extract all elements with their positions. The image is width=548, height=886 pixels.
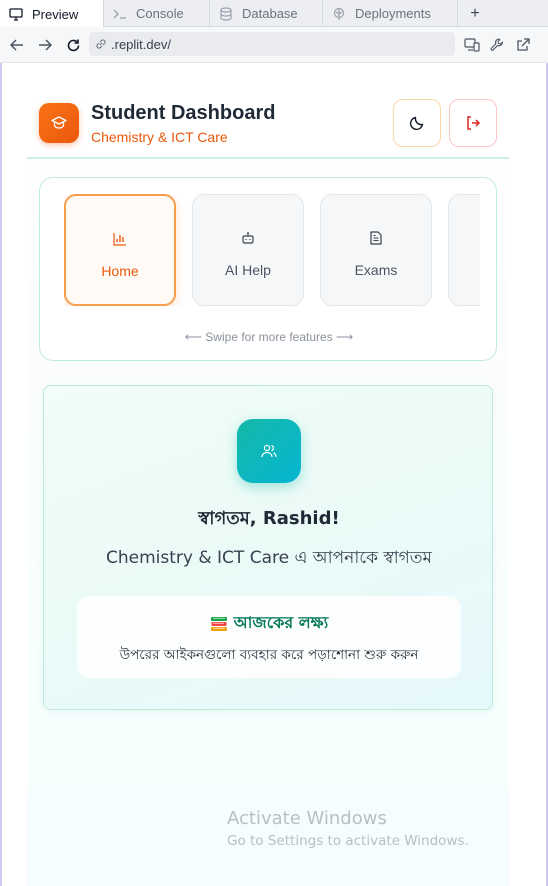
- database-icon: [218, 6, 234, 22]
- activate-windows-hint: Go to Settings to activate Windows.: [227, 833, 469, 849]
- page-subtitle: Chemistry & ICT Care: [91, 129, 228, 145]
- goal-title: আজকের লক্ষ্য: [233, 613, 329, 632]
- feature-card-home[interactable]: Home: [64, 194, 176, 306]
- address-bar: .replit.dev/: [0, 27, 548, 63]
- logout-icon: [465, 115, 481, 131]
- workspace-tab-bar: Preview Console Database Deployments +: [0, 0, 548, 28]
- open-external-icon[interactable]: [514, 36, 532, 54]
- tab-console[interactable]: Console: [104, 0, 210, 27]
- terminal-icon: [112, 6, 128, 22]
- devices-icon[interactable]: [463, 36, 481, 54]
- robot-icon: [239, 229, 257, 247]
- today-goal-box: আজকের লক্ষ্য উপরের আইকনগুলো ব্যবহার করে …: [77, 596, 461, 678]
- welcome-greeting: স্বাগতম, Rashid!: [198, 508, 340, 529]
- tab-database[interactable]: Database: [210, 0, 323, 27]
- feature-card-ai-help[interactable]: AI Help: [192, 194, 304, 306]
- forward-arrow-icon[interactable]: [36, 36, 54, 54]
- feature-carousel: Home AI Help Exams ⟵ Swipe for more feat…: [39, 177, 497, 361]
- bar-chart-icon: [111, 230, 129, 248]
- logout-button[interactable]: [449, 99, 497, 147]
- feature-card-exams[interactable]: Exams: [320, 194, 432, 306]
- tab-label: Preview: [32, 6, 79, 22]
- books-icon: [210, 615, 228, 633]
- moon-icon: [409, 115, 425, 131]
- activate-windows-title: Activate Windows: [227, 808, 387, 829]
- tab-label: Database: [242, 6, 298, 21]
- goal-heading: আজকের লক্ষ্য: [77, 610, 461, 637]
- url-text: .replit.dev/: [111, 36, 171, 52]
- document-icon: [367, 229, 385, 247]
- feature-scroll-area[interactable]: Home AI Help Exams: [64, 194, 480, 306]
- tab-preview[interactable]: Preview: [0, 0, 104, 28]
- new-tab-button[interactable]: +: [466, 0, 484, 27]
- feature-label: AI Help: [225, 262, 271, 278]
- feature-label: Home: [101, 263, 139, 279]
- wrench-icon[interactable]: [488, 36, 506, 54]
- welcome-subtitle: Chemistry & ICT Care এ আপনাকে স্বাগতম: [106, 548, 432, 568]
- feature-card-next[interactable]: [448, 194, 480, 306]
- app-header: Student Dashboard Chemistry & ICT Care: [27, 85, 509, 159]
- goal-description: উপরের আইকনগুলো ব্যবহার করে পড়াশোনা শুরু…: [119, 647, 419, 663]
- back-arrow-icon[interactable]: [8, 36, 26, 54]
- url-field[interactable]: .replit.dev/: [89, 32, 455, 56]
- reload-icon[interactable]: [64, 36, 82, 54]
- graduation-cap-icon: [39, 103, 79, 143]
- tab-label: Console: [136, 6, 184, 21]
- link-icon: [93, 36, 109, 52]
- page-title: Student Dashboard: [91, 102, 276, 124]
- swipe-hint: ⟵ Swipe for more features ⟶: [184, 330, 354, 344]
- deploy-icon: [331, 6, 347, 22]
- users-icon: [237, 419, 301, 483]
- tab-label: Deployments: [355, 6, 431, 21]
- preview-pane: Student Dashboard Chemistry & ICT Care H…: [0, 63, 548, 886]
- tab-deployments[interactable]: Deployments: [323, 0, 458, 27]
- student-dashboard-app: Student Dashboard Chemistry & ICT Care H…: [27, 85, 509, 886]
- theme-toggle-button[interactable]: [393, 99, 441, 147]
- monitor-icon: [8, 6, 24, 22]
- welcome-card: স্বাগতম, Rashid! Chemistry & ICT Care এ …: [43, 385, 493, 710]
- feature-label: Exams: [354, 262, 398, 278]
